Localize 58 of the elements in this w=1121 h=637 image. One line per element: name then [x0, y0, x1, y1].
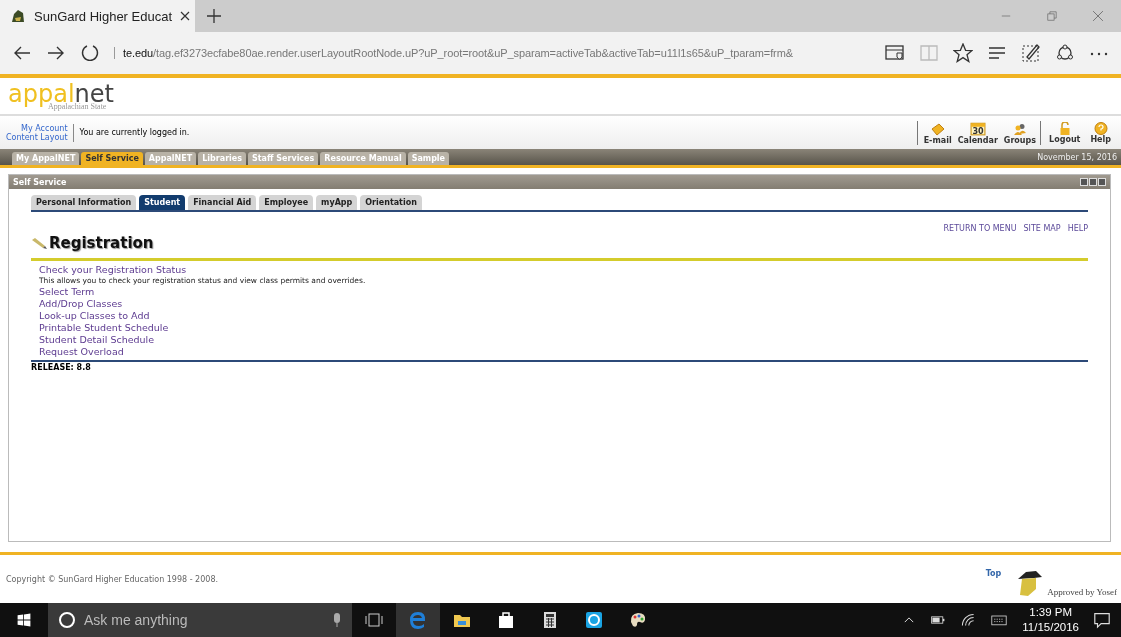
windows-icon[interactable] [16, 612, 32, 628]
approved-text: Approved by Yosef [1047, 587, 1117, 597]
account-link[interactable]: My Account [21, 123, 68, 133]
section-tab[interactable]: Personal Information [31, 195, 137, 210]
copyright-text: Copyright © SunGard Higher Education 1998 - 2008. [6, 575, 218, 584]
address-bar[interactable]: te.edu/tag.ef3273ecfabe80ae.render.userLayoutRootNode.uP?uP_root=root&uP_sparam=activeTab&activeTab=u11l1s65&uP_tparam=frm& [114, 47, 871, 59]
paint-palette-icon[interactable] [628, 610, 648, 630]
channel-title: Self Service [13, 177, 67, 187]
menu-link[interactable]: Printable Student Schedule [39, 322, 169, 334]
menu-link[interactable]: Request Overload [39, 346, 124, 358]
toolbar-button[interactable]: Logout [1049, 121, 1081, 144]
hat-figure-icon [1016, 569, 1045, 597]
menu-link[interactable]: Select Term [39, 286, 95, 298]
microphone-icon[interactable] [332, 612, 342, 628]
pencil-icon [31, 237, 47, 249]
top-link[interactable]: SITE MAP [1023, 224, 1061, 233]
task-view-icon[interactable] [364, 610, 384, 630]
toolbar-button[interactable]: Help [1090, 121, 1111, 144]
section-tab[interactable]: Orientation [360, 195, 422, 210]
menu-link[interactable]: Check your Registration Status [39, 264, 187, 276]
top-link[interactable]: Top [985, 569, 1002, 578]
notification-icon[interactable] [1093, 611, 1111, 629]
taskbar-clock[interactable]: 1:39 PM 11/15/2016 [1022, 605, 1079, 635]
login-status: You are currently logged in. [79, 128, 190, 137]
top-link[interactable]: HELP [1067, 224, 1088, 233]
browser-tab[interactable]: SunGard Higher Educat [0, 0, 195, 32]
menu-link[interactable]: Student Detail Schedule [39, 334, 155, 346]
search-field[interactable]: Ask me anything [48, 603, 352, 637]
section-tab[interactable]: Student [139, 195, 186, 210]
toolbar-button[interactable]: E-mail [923, 122, 952, 145]
mascot-icon [10, 9, 26, 23]
menu-link[interactable]: Look-up Classes to Add [39, 310, 150, 322]
section-tab[interactable]: Employee [259, 195, 314, 210]
toolbar-button[interactable]: Groups [1003, 122, 1037, 145]
circle-icon [58, 611, 76, 629]
shield-icon[interactable] [885, 43, 905, 63]
release-label: RELEASE: 8.8 [31, 363, 91, 372]
browser-e-icon[interactable] [408, 610, 428, 630]
refresh-icon[interactable] [80, 43, 100, 63]
chat-app-icon[interactable] [584, 610, 604, 630]
wifi-icon[interactable] [960, 612, 977, 628]
pen-note-icon[interactable] [1021, 43, 1041, 63]
date-label: November 15, 2016 [1037, 152, 1118, 162]
section-tab[interactable]: myApp [316, 195, 358, 210]
help-icon [1093, 121, 1108, 135]
nav-tab[interactable]: Self Service [81, 152, 143, 165]
shopping-bag-icon[interactable] [496, 610, 516, 630]
top-link[interactable]: RETURN TO MENU [943, 224, 1017, 233]
share-icon[interactable] [1055, 43, 1075, 63]
people-icon [1012, 122, 1027, 136]
plus-icon[interactable] [207, 9, 221, 23]
star-icon[interactable] [953, 43, 973, 63]
section-tab[interactable]: Financial Aid [188, 195, 257, 210]
close-icon[interactable] [180, 11, 191, 21]
menu-link[interactable]: Add/Drop Classes [39, 298, 123, 310]
page-heading: Registration [49, 234, 154, 252]
account-link[interactable]: Content Layout [6, 132, 68, 142]
keyboard-icon[interactable] [990, 612, 1009, 628]
